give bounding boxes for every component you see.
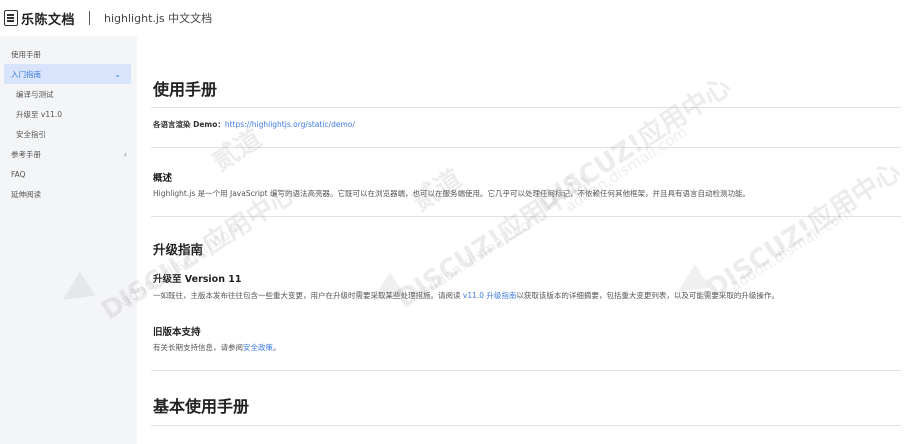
overview-heading: 概述 <box>153 173 173 184</box>
legacy-text: 有关长期支持信息，请参阅安全政策。 <box>153 342 281 353</box>
sidebar-item-security[interactable]: 安全指引 <box>0 124 137 144</box>
basic-manual-heading: 基本使用手册 <box>153 397 250 416</box>
divider <box>151 370 901 371</box>
demo-link[interactable]: https://highlightjs.org/static/demo/ <box>225 120 355 129</box>
divider <box>151 147 901 148</box>
upgrade-text: 一如既往，主版本发布往往包含一些重大变更，用户在升级时需要采取某些处理措施。请阅… <box>153 290 779 301</box>
page-title: 使用手册 <box>153 80 218 99</box>
chevron-down-icon: ⌄ <box>114 69 121 79</box>
sidebar-item-label: 安全指引 <box>16 129 46 139</box>
sidebar-nav: 使用手册 入门指南 ⌄ 编译与测试 升级至 v11.0 安全指引 参考手册 ‹ … <box>0 36 137 444</box>
upgrade-heading: 升级指南 <box>153 242 204 257</box>
divider <box>151 425 901 426</box>
upgrade-text-after: 以获取该版本的详细摘要，包括重大变更列表，以及可能需要采取的升级操作。 <box>516 291 779 300</box>
sidebar-item-label: 升级至 v11.0 <box>16 109 63 119</box>
chevron-left-icon: ‹ <box>123 149 127 159</box>
main-content: 使用手册 各语言渲染 Demo：https://highlightjs.org/… <box>151 36 901 444</box>
sidebar-item-label: 编译与测试 <box>16 89 54 99</box>
upgrade-guide-link[interactable]: v11.0 升级指南 <box>463 291 517 300</box>
top-bar: 乐陈文档 highlight.js 中文文档 <box>0 0 910 36</box>
legacy-text-after: 。 <box>273 343 281 352</box>
sidebar-item-label: 入门指南 <box>11 69 41 79</box>
sidebar-item-manual[interactable]: 使用手册 <box>0 44 137 64</box>
demo-line: 各语言渲染 Demo：https://highlightjs.org/stati… <box>153 119 355 130</box>
sidebar-item-label: FAQ <box>11 169 26 179</box>
divider <box>151 216 901 217</box>
sidebar-item-label: 使用手册 <box>11 49 41 59</box>
sidebar-item-build-test[interactable]: 编译与测试 <box>0 84 137 104</box>
legacy-text-before: 有关长期支持信息，请参阅 <box>153 343 243 352</box>
sidebar-item-upgrade[interactable]: 升级至 v11.0 <box>0 104 137 124</box>
sidebar-item-further-reading[interactable]: 延伸阅读 <box>0 184 137 204</box>
overview-text: Highlight.js 是一个用 JavaScript 编写的语法高亮器。它既… <box>153 189 750 198</box>
brand-name: 乐陈文档 <box>21 12 76 28</box>
sidebar-item-getting-started[interactable]: 入门指南 ⌄ <box>4 64 131 84</box>
header-divider <box>89 11 91 25</box>
site-title[interactable]: highlight.js 中文文档 <box>104 10 212 26</box>
sidebar-item-reference[interactable]: 参考手册 ‹ <box>0 144 137 164</box>
demo-label: 各语言渲染 Demo： <box>153 120 225 129</box>
sidebar-item-label: 参考手册 <box>11 149 41 159</box>
sidebar-item-faq[interactable]: FAQ <box>0 164 137 184</box>
sidebar-item-label: 延伸阅读 <box>11 189 41 199</box>
document-logo-icon <box>4 10 18 26</box>
upgrade-sub-heading: 升级至 Version 11 <box>153 274 242 285</box>
legacy-heading: 旧版本支持 <box>153 327 201 338</box>
security-policy-link[interactable]: 安全政策 <box>243 343 273 352</box>
brand[interactable]: 乐陈文档 <box>4 9 75 28</box>
upgrade-text-before: 一如既往，主版本发布往往包含一些重大变更，用户在升级时需要采取某些处理措施。请阅… <box>153 291 463 300</box>
divider <box>151 107 901 108</box>
